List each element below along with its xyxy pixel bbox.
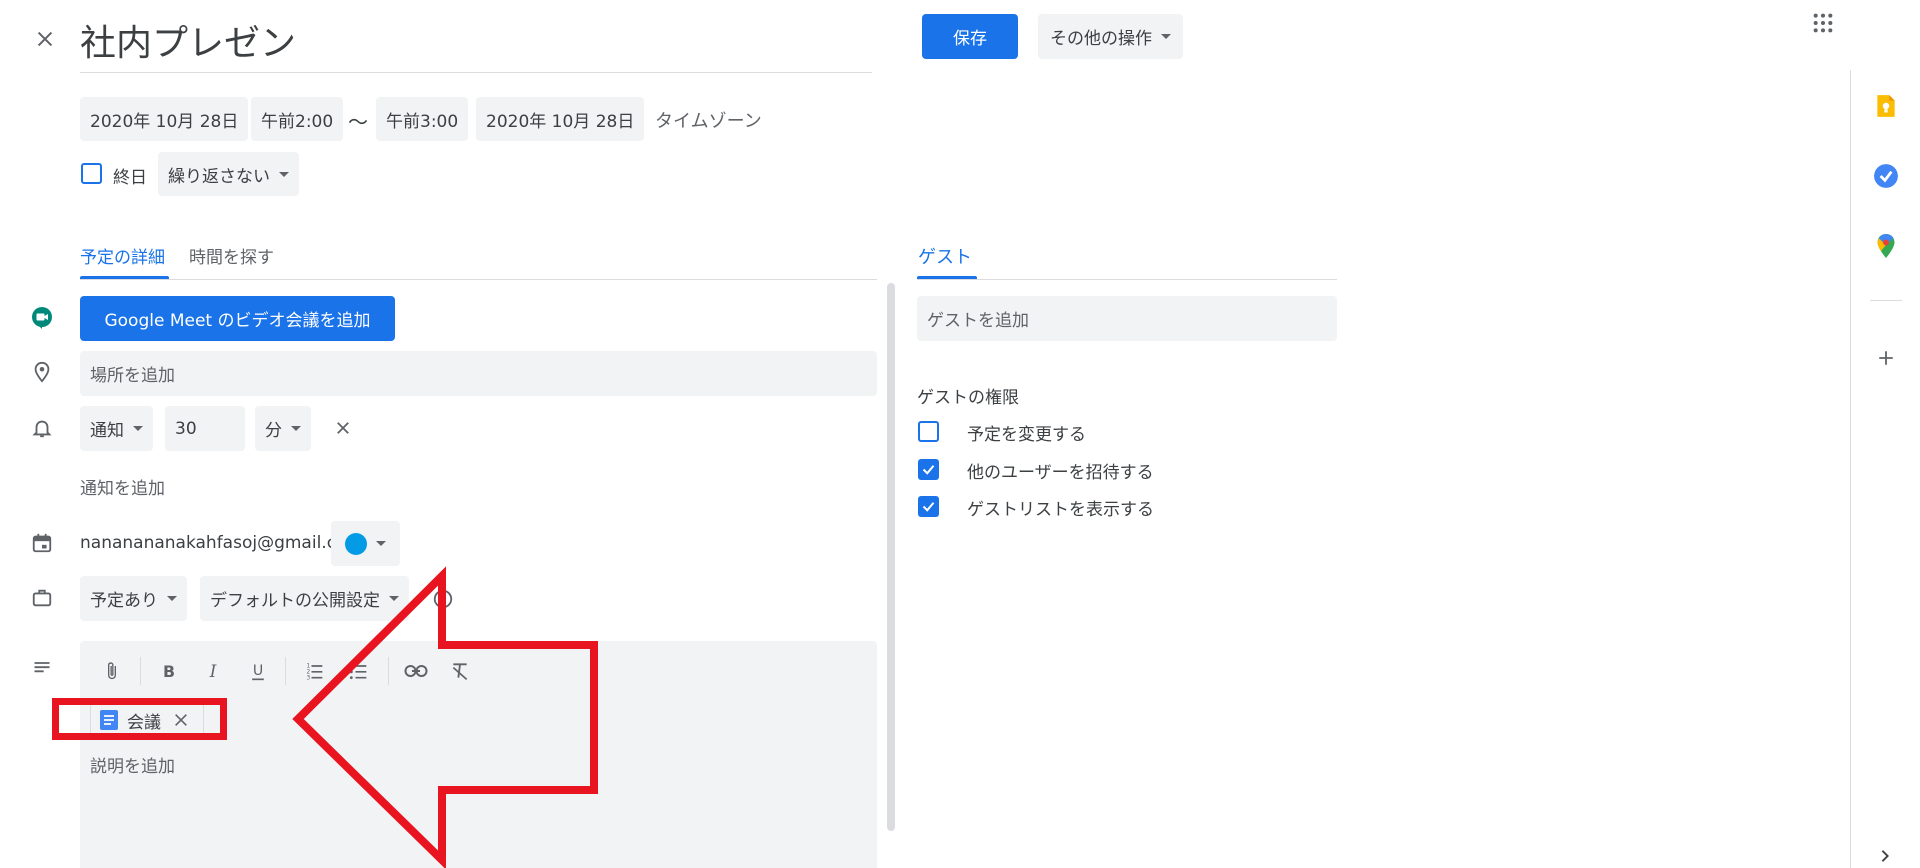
annotation-arrow [292, 566, 598, 868]
